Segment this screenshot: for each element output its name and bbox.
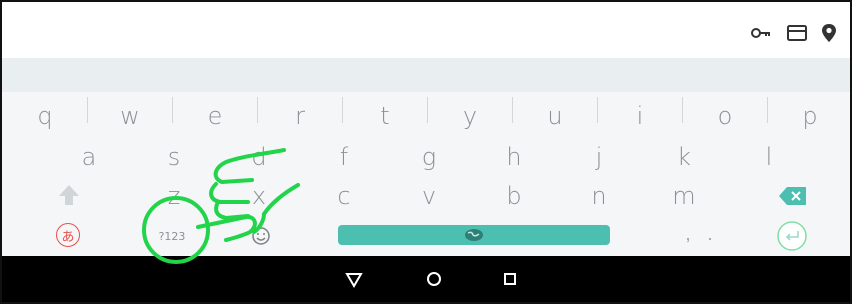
key-divider bbox=[682, 97, 683, 123]
key-divider bbox=[342, 97, 343, 123]
key-f[interactable]: f bbox=[314, 137, 374, 177]
soft-keyboard: q w e r t y u i o p a s d f g h j k l z … bbox=[2, 92, 850, 256]
key-m[interactable]: m bbox=[654, 176, 714, 216]
suggestion-bar[interactable] bbox=[2, 58, 850, 92]
key-d[interactable]: d bbox=[229, 137, 289, 177]
key-b[interactable]: b bbox=[484, 176, 544, 216]
key-c[interactable]: c bbox=[314, 176, 374, 216]
period-key[interactable]: . bbox=[700, 224, 720, 248]
key-p[interactable]: p bbox=[780, 96, 840, 136]
key-v[interactable]: v bbox=[399, 176, 459, 216]
key-z[interactable]: z bbox=[144, 176, 204, 216]
navigation-bar bbox=[2, 256, 850, 302]
key-divider bbox=[767, 97, 768, 123]
device-screen: q w e r t y u i o p a s d f g h j k l z … bbox=[0, 0, 852, 304]
key-u[interactable]: u bbox=[525, 96, 585, 136]
location-pin-icon bbox=[822, 24, 836, 42]
key-h[interactable]: h bbox=[484, 137, 544, 177]
symbols-key[interactable]: ?123 bbox=[142, 226, 202, 246]
key-i[interactable]: i bbox=[610, 96, 670, 136]
status-bar bbox=[2, 2, 850, 58]
key-y[interactable]: y bbox=[440, 96, 500, 136]
comma-key[interactable]: , bbox=[678, 224, 698, 248]
globe-icon bbox=[465, 229, 483, 241]
language-switch-key[interactable]: あ bbox=[56, 223, 80, 247]
recents-square-icon[interactable] bbox=[498, 267, 522, 291]
key-k[interactable]: k bbox=[654, 137, 714, 177]
card-icon bbox=[787, 25, 807, 41]
key-icon bbox=[751, 28, 770, 38]
key-e[interactable]: e bbox=[185, 96, 245, 136]
key-divider bbox=[597, 97, 598, 123]
key-g[interactable]: g bbox=[399, 137, 459, 177]
key-r[interactable]: r bbox=[270, 96, 330, 136]
key-divider bbox=[172, 97, 173, 123]
shift-icon[interactable] bbox=[56, 182, 82, 208]
backspace-icon[interactable] bbox=[778, 186, 808, 206]
emoji-icon[interactable] bbox=[251, 226, 271, 246]
key-l[interactable]: l bbox=[739, 137, 799, 177]
key-n[interactable]: n bbox=[569, 176, 629, 216]
key-x[interactable]: x bbox=[229, 176, 289, 216]
key-t[interactable]: t bbox=[355, 96, 415, 136]
home-circle-icon[interactable] bbox=[422, 267, 446, 291]
key-divider bbox=[257, 97, 258, 123]
key-o[interactable]: o bbox=[695, 96, 755, 136]
key-s[interactable]: s bbox=[144, 137, 204, 177]
key-divider bbox=[87, 97, 88, 123]
key-w[interactable]: w bbox=[100, 96, 160, 136]
key-divider bbox=[512, 97, 513, 123]
back-triangle-icon[interactable] bbox=[342, 267, 366, 291]
enter-icon[interactable] bbox=[776, 220, 808, 252]
key-a[interactable]: a bbox=[59, 137, 119, 177]
key-j[interactable]: j bbox=[569, 137, 629, 177]
key-q[interactable]: q bbox=[15, 96, 75, 136]
key-divider bbox=[427, 97, 428, 123]
